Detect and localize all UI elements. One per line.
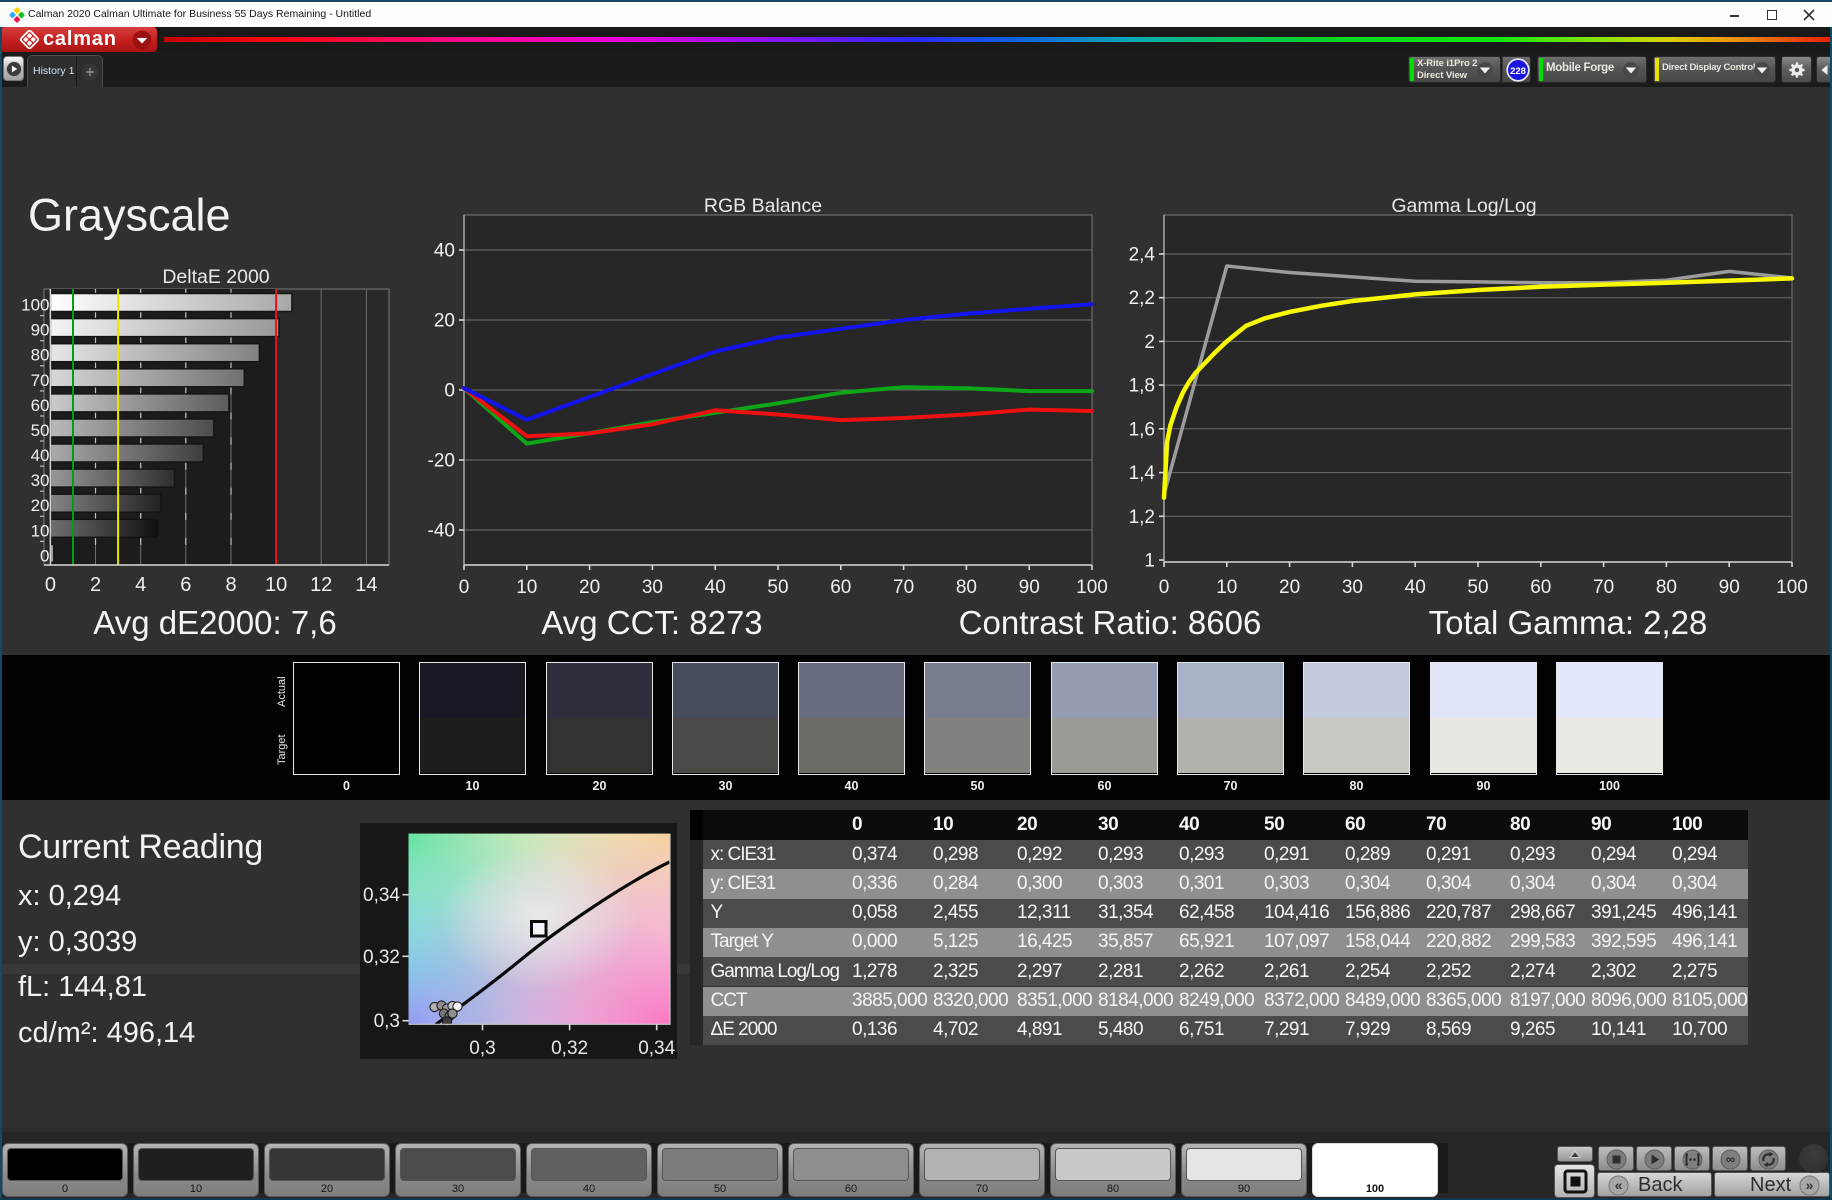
svg-text:70: 70 [893,577,914,598]
svg-text:0: 0 [45,574,56,596]
svg-text:60: 60 [1530,577,1551,598]
svg-text:30: 30 [1342,577,1363,598]
svg-text:20: 20 [434,311,455,332]
svg-text:0,32: 0,32 [551,1038,588,1059]
svg-text:70: 70 [1593,577,1614,598]
svg-text:90: 90 [1719,577,1740,598]
svg-text:2: 2 [90,574,101,596]
svg-text:30: 30 [31,471,50,490]
svg-text:DeltaE 2000: DeltaE 2000 [162,266,269,288]
svg-text:100: 100 [1776,577,1808,598]
svg-text:12: 12 [310,574,332,596]
svg-text:20: 20 [579,577,600,598]
svg-text:80: 80 [31,346,50,365]
svg-text:20: 20 [31,496,50,515]
svg-text:60: 60 [31,396,50,415]
svg-text:-20: -20 [428,451,455,472]
svg-text:40: 40 [434,241,455,262]
svg-text:40: 40 [1405,577,1426,598]
svg-text:1,4: 1,4 [1129,463,1156,484]
svg-text:RGB Balance: RGB Balance [704,195,822,217]
svg-text:50: 50 [767,577,788,598]
svg-text:0,3: 0,3 [469,1038,495,1059]
svg-text:70: 70 [31,371,50,390]
svg-text:Avg CCT: 8273: Avg CCT: 8273 [541,604,762,641]
svg-text:10: 10 [31,521,50,540]
svg-text:Gamma Log/Log: Gamma Log/Log [1391,195,1536,217]
svg-text:0,34: 0,34 [638,1038,675,1059]
svg-text:0,34: 0,34 [363,885,400,906]
svg-text:Contrast Ratio: 8606: Contrast Ratio: 8606 [959,604,1262,641]
svg-text:2: 2 [1144,332,1155,353]
svg-text:0,32: 0,32 [363,947,400,968]
svg-text:Grayscale: Grayscale [28,190,231,241]
svg-text:4: 4 [135,574,146,596]
svg-text:0: 0 [459,577,470,598]
svg-text:10: 10 [516,577,537,598]
svg-text:0: 0 [40,546,49,565]
svg-text:1,2: 1,2 [1129,507,1155,528]
svg-text:10: 10 [1216,577,1237,598]
svg-text:80: 80 [956,577,977,598]
svg-text:2,2: 2,2 [1129,288,1155,309]
svg-text:50: 50 [1467,577,1488,598]
svg-text:∞: ∞ [1726,1152,1735,1167]
svg-text:0: 0 [444,381,455,402]
svg-text:«: « [1615,1177,1623,1193]
svg-text:40: 40 [705,577,726,598]
svg-text:1,6: 1,6 [1129,419,1155,440]
svg-text:80: 80 [1656,577,1677,598]
svg-text:2,4: 2,4 [1129,245,1156,266]
svg-text:Avg dE2000: 7,6: Avg dE2000: 7,6 [93,604,336,641]
svg-text:»: » [1806,1177,1814,1193]
svg-text:10: 10 [265,574,287,596]
svg-text:Total Gamma: 2,28: Total Gamma: 2,28 [1429,604,1708,641]
svg-text:14: 14 [355,574,377,596]
svg-text:30: 30 [642,577,663,598]
svg-text:50: 50 [31,421,50,440]
svg-text:0: 0 [1159,577,1170,598]
svg-text:60: 60 [830,577,851,598]
svg-text:0,3: 0,3 [374,1011,400,1032]
svg-text:8: 8 [225,574,236,596]
svg-text:6: 6 [180,574,191,596]
svg-text:40: 40 [31,446,50,465]
svg-text:228: 228 [1510,66,1526,77]
svg-text:100: 100 [21,296,49,315]
svg-text:100: 100 [1076,577,1108,598]
svg-text:-40: -40 [428,521,455,542]
svg-text:20: 20 [1279,577,1300,598]
svg-text:1: 1 [1144,551,1155,572]
svg-text:90: 90 [31,321,50,340]
svg-text:90: 90 [1019,577,1040,598]
svg-text:1,8: 1,8 [1129,376,1155,397]
